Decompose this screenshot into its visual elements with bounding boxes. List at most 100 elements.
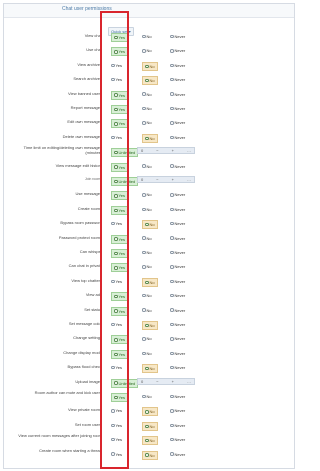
no-option[interactable]: No [142,206,152,213]
number-input[interactable]: 0− +… [137,147,195,155]
number-more[interactable]: … [187,379,191,384]
never-option[interactable]: Never [170,350,185,357]
yes-option[interactable]: Yes [111,191,129,201]
no-option[interactable]: No [142,393,152,400]
number-plus[interactable]: + [172,177,174,182]
yes-option[interactable]: Yes [111,33,129,42]
no-option[interactable]: No [142,61,158,71]
yes-option[interactable]: Yes [111,220,122,227]
number-more[interactable]: … [187,177,191,182]
yes-option[interactable]: Yes [111,278,122,285]
yes-option[interactable]: Yes [111,205,129,215]
yes-option[interactable]: Yes [111,306,129,316]
no-option[interactable]: No [142,119,152,126]
no-option[interactable]: No [142,76,158,86]
number-plus[interactable]: + [172,148,174,153]
number-input[interactable]: 0− +… [137,377,195,385]
no-option[interactable]: No [142,277,158,287]
never-option[interactable]: Never [170,163,185,170]
yes-option[interactable]: Yes [111,407,122,414]
never-option[interactable]: Never [170,249,185,256]
never-option[interactable]: Never [170,263,185,270]
radio-icon [170,423,174,428]
yes-option[interactable]: Yes [111,335,129,345]
no-option[interactable]: No [142,292,152,299]
yes-option[interactable]: Yes [111,105,129,114]
yes-option[interactable]: Yes [111,119,129,129]
never-option[interactable]: Never [170,292,185,299]
no-option[interactable]: No [142,191,152,198]
never-option[interactable]: Never [170,134,185,141]
no-option[interactable]: No [142,105,152,112]
unlimited-option[interactable]: Unlimited [111,378,139,388]
number-plus[interactable]: + [172,379,174,384]
no-option[interactable]: No [142,47,152,54]
yes-option[interactable]: Yes [111,349,129,359]
never-option[interactable]: Never [170,451,185,458]
no-option[interactable]: No [142,350,152,357]
number-minus[interactable]: − [156,379,158,384]
never-option[interactable]: Never [170,407,185,414]
never-option[interactable]: Never [170,321,185,328]
never-option[interactable]: Never [170,47,185,54]
no-option[interactable]: No [142,33,152,40]
never-label: Never [174,192,186,198]
yes-label: Yes [118,92,126,98]
never-option[interactable]: Never [170,76,185,83]
never-option[interactable]: Never [170,33,185,40]
no-option[interactable]: No [142,91,152,98]
no-option[interactable]: No [142,133,158,143]
yes-option[interactable]: Yes [111,321,122,328]
no-option[interactable]: No [142,335,152,342]
no-option[interactable]: No [142,235,152,242]
yes-option[interactable]: Yes [111,393,129,402]
never-option[interactable]: Never [170,364,185,371]
never-option[interactable]: Never [170,307,185,314]
never-option[interactable]: Never [170,422,185,429]
never-option[interactable]: Never [170,393,185,400]
no-option[interactable]: No [142,307,152,314]
yes-option[interactable]: Yes [111,292,129,302]
never-option[interactable]: Never [170,278,185,285]
number-more[interactable]: … [187,148,191,153]
yes-option[interactable]: Yes [111,364,122,371]
no-option[interactable]: No [142,436,158,446]
yes-option[interactable]: Yes [111,436,122,443]
no-option[interactable]: No [142,450,158,460]
no-option[interactable]: No [142,263,152,270]
no-option[interactable]: No [142,364,158,374]
yes-option[interactable]: Yes [111,451,122,458]
yes-option[interactable]: Yes [111,90,129,100]
yes-option[interactable]: Yes [111,162,129,172]
yes-option[interactable]: Yes [111,249,129,258]
yes-option[interactable]: Yes [111,76,122,83]
no-option[interactable]: No [142,220,158,230]
no-option[interactable]: No [142,421,158,431]
never-option[interactable]: Never [170,220,185,227]
yes-option[interactable]: Yes [111,422,122,429]
never-option[interactable]: Never [170,62,185,69]
no-option[interactable]: No [142,163,152,170]
number-minus[interactable]: − [156,177,158,182]
yes-option[interactable]: Yes [111,134,122,141]
never-option[interactable]: Never [170,105,185,112]
yes-option[interactable]: Yes [111,62,122,69]
number-minus[interactable]: − [156,148,158,153]
no-option[interactable]: No [142,407,158,417]
never-option[interactable]: Never [170,235,185,242]
no-option[interactable]: No [142,249,152,256]
never-option[interactable]: Never [170,91,185,98]
no-option[interactable]: No [142,321,158,330]
never-option[interactable]: Never [170,119,185,126]
permission-label: Time limit on editing/deleting own messa… [23,145,102,156]
number-input[interactable]: 0− +… [137,176,195,183]
yes-option[interactable]: Yes [111,234,129,244]
never-option[interactable]: Never [170,206,185,213]
yes-option[interactable]: Yes [111,263,129,273]
never-option[interactable]: Never [170,436,185,443]
yes-option[interactable]: Yes [111,47,129,57]
unlimited-option[interactable]: Unlimited [111,177,139,186]
unlimited-option[interactable]: Unlimited [111,148,139,158]
never-option[interactable]: Never [170,335,185,342]
never-option[interactable]: Never [170,191,185,198]
